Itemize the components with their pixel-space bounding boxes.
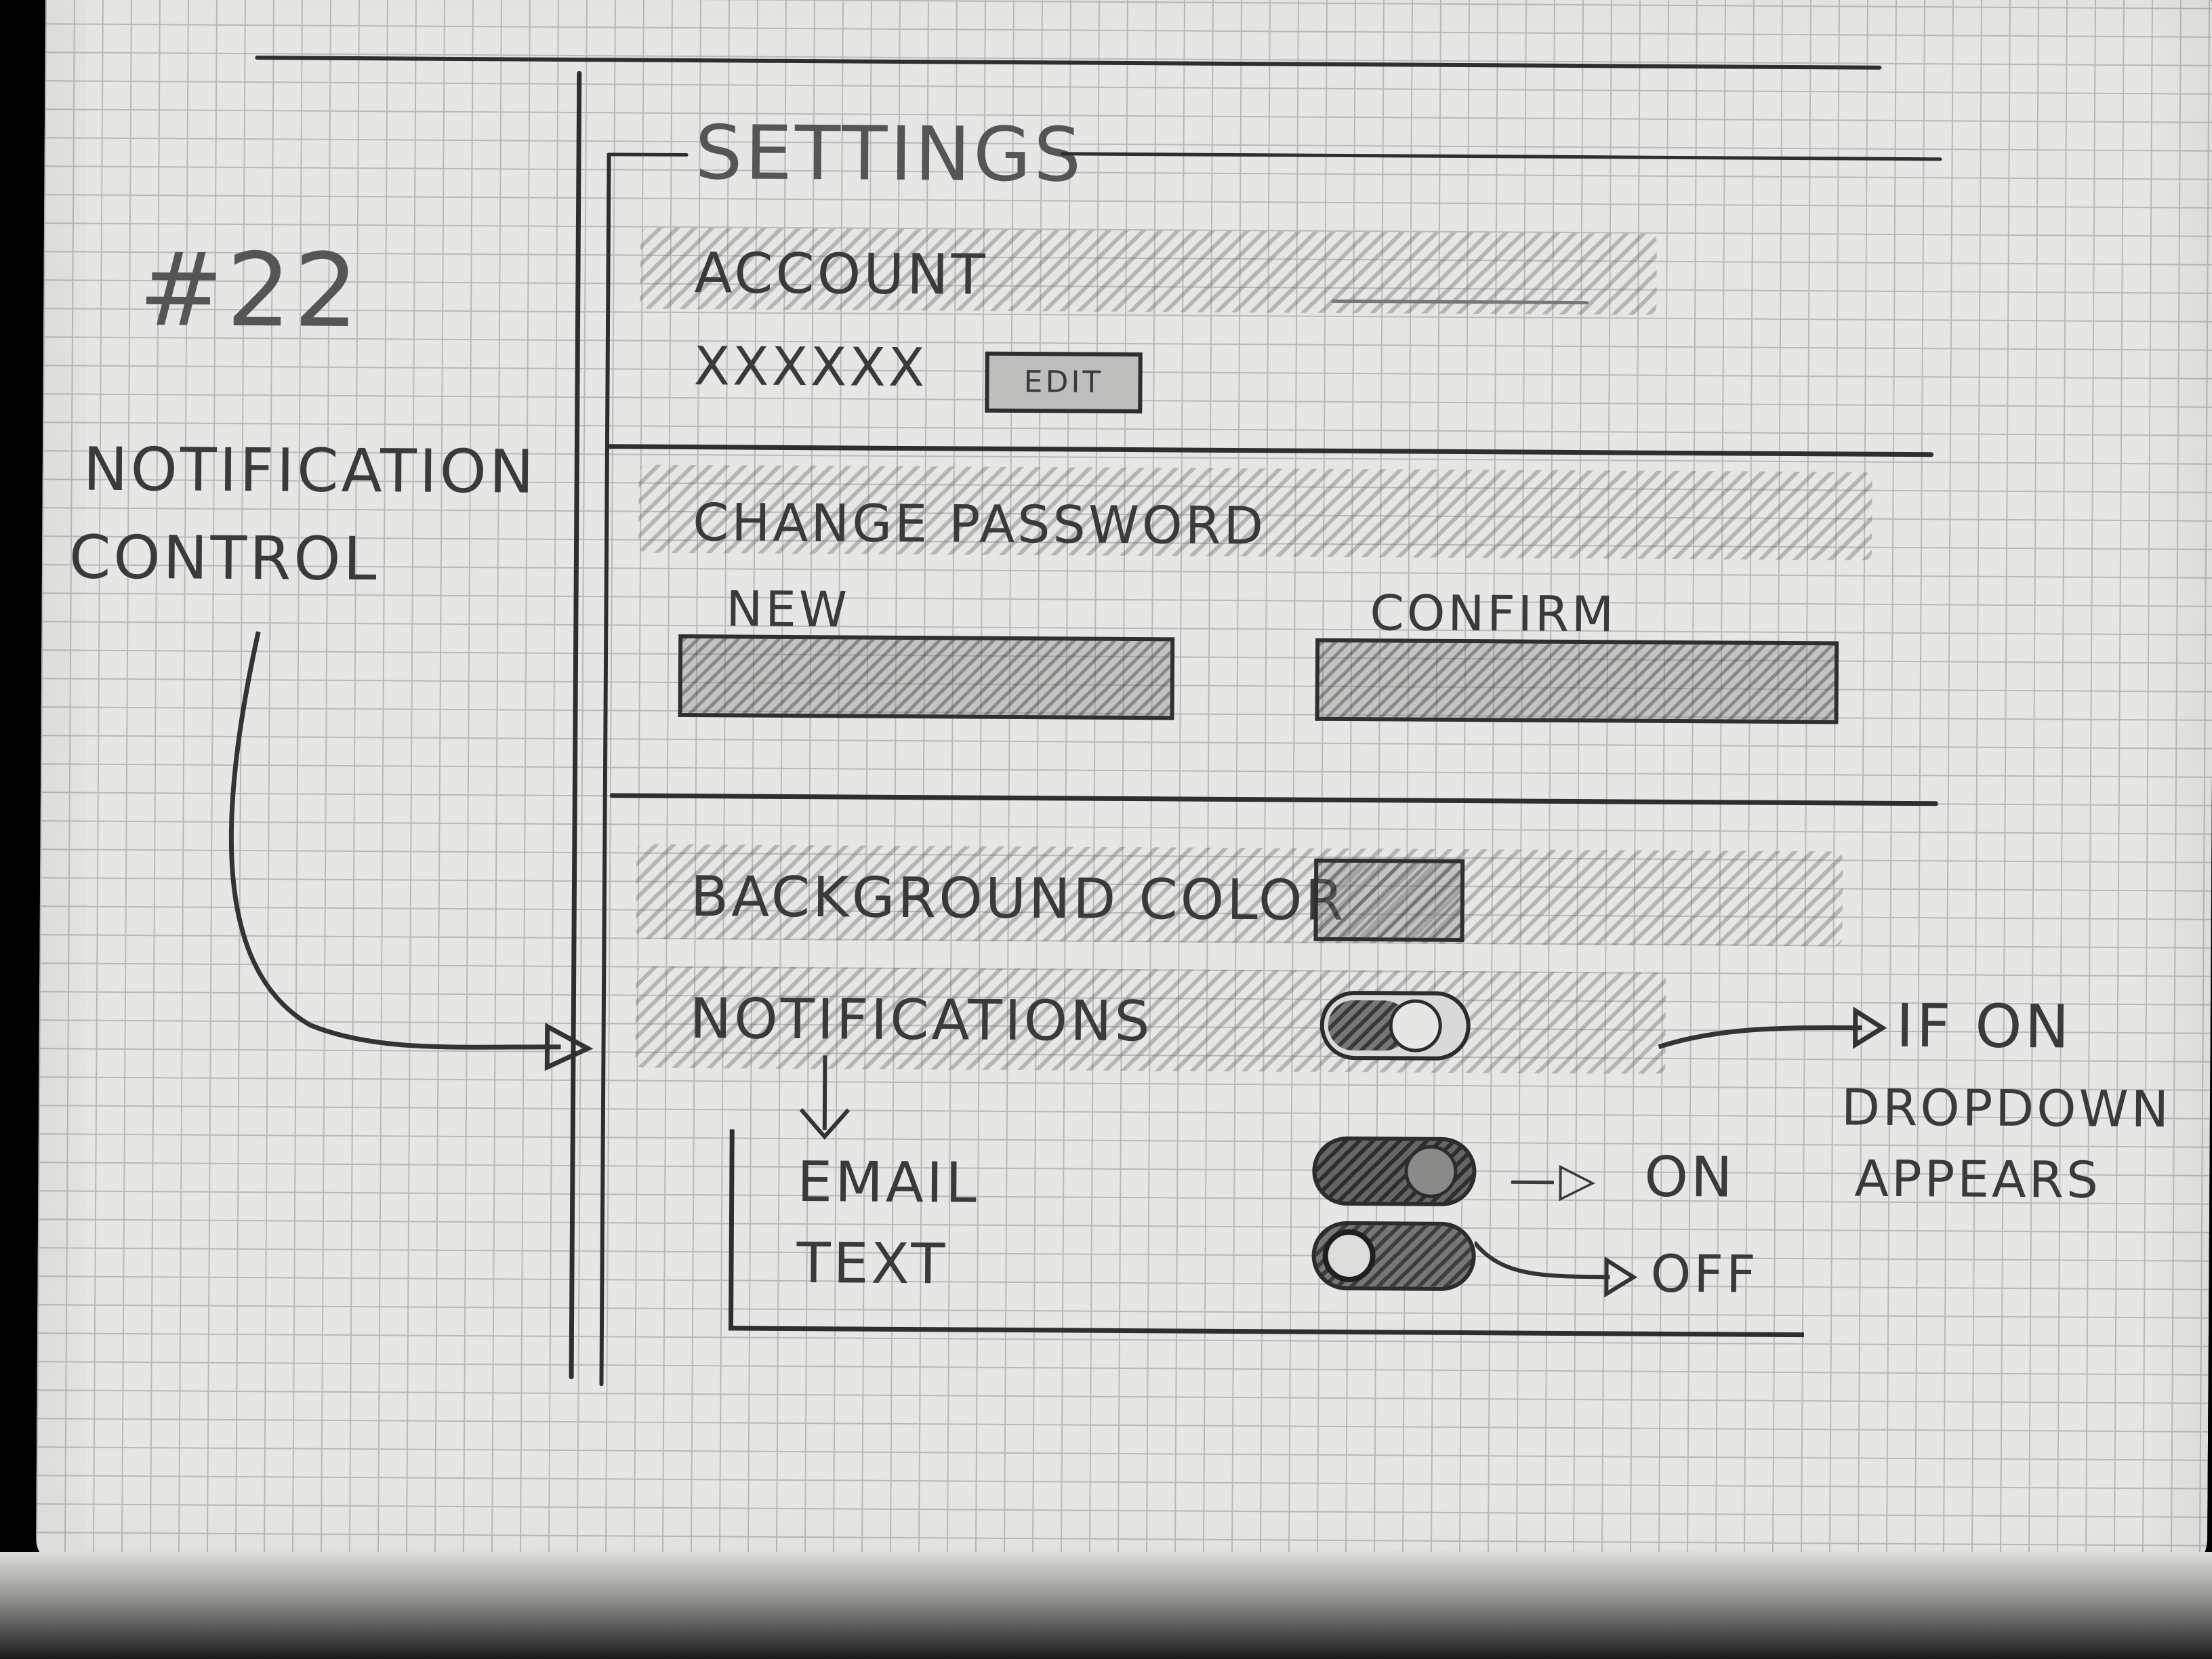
change-password-label: CHANGE PASSWORD — [692, 492, 1267, 556]
new-password-input[interactable] — [678, 634, 1175, 720]
confirm-password-label: CONFIRM — [1370, 584, 1617, 643]
text-toggle[interactable] — [1311, 1221, 1476, 1292]
top-rule — [255, 56, 1882, 70]
email-toggle-knob — [1404, 1145, 1458, 1198]
dropdown-note: DROPDOWN — [1841, 1078, 2172, 1139]
side-note-line2: CONTROL — [68, 522, 380, 594]
section-divider-1 — [605, 444, 1933, 457]
off-note: OFF — [1650, 1243, 1759, 1305]
new-password-label: NEW — [726, 580, 851, 638]
account-label: ACCOUNT — [694, 241, 988, 308]
notebook-edge — [0, 1552, 2212, 1659]
confirm-password-input[interactable] — [1315, 638, 1839, 724]
settings-title: SETTINGS — [695, 109, 1084, 199]
edit-button[interactable]: EDIT — [985, 351, 1143, 414]
background-color-swatch[interactable] — [1313, 858, 1465, 943]
notifications-toggle-knob — [1389, 999, 1442, 1052]
text-label: TEXT — [796, 1231, 948, 1297]
appears-note: APPEARS — [1854, 1149, 2102, 1210]
off-arrow — [1474, 1241, 1638, 1298]
account-value: XXXXXX — [693, 336, 928, 399]
sketch-number: #22 — [138, 231, 362, 351]
background-color-label: BACKGROUND COLOR — [690, 865, 1347, 933]
notifications-label: NOTIFICATIONS — [689, 987, 1153, 1054]
title-rule-left — [607, 152, 689, 157]
notifications-toggle[interactable] — [1319, 990, 1471, 1061]
side-note-line1: NOTIFICATION — [83, 434, 537, 507]
title-rule — [1061, 152, 1942, 161]
section-divider-2 — [609, 793, 1938, 806]
on-note: ON — [1644, 1145, 1736, 1210]
edit-button-label: EDIT — [1023, 365, 1104, 400]
on-arrow: —▷ — [1509, 1151, 1599, 1208]
email-label: EMAIL — [797, 1150, 980, 1216]
notebook-page: #22 NOTIFICATION CONTROL SETTINGS ACCOUN… — [35, 0, 2212, 1579]
if-on-note: IF ON — [1896, 990, 2072, 1062]
photo-background: #22 NOTIFICATION CONTROL SETTINGS ACCOUN… — [0, 0, 2212, 1659]
email-toggle[interactable] — [1312, 1136, 1477, 1207]
if-on-arrow — [1658, 1006, 1887, 1050]
text-toggle-knob — [1322, 1229, 1376, 1283]
